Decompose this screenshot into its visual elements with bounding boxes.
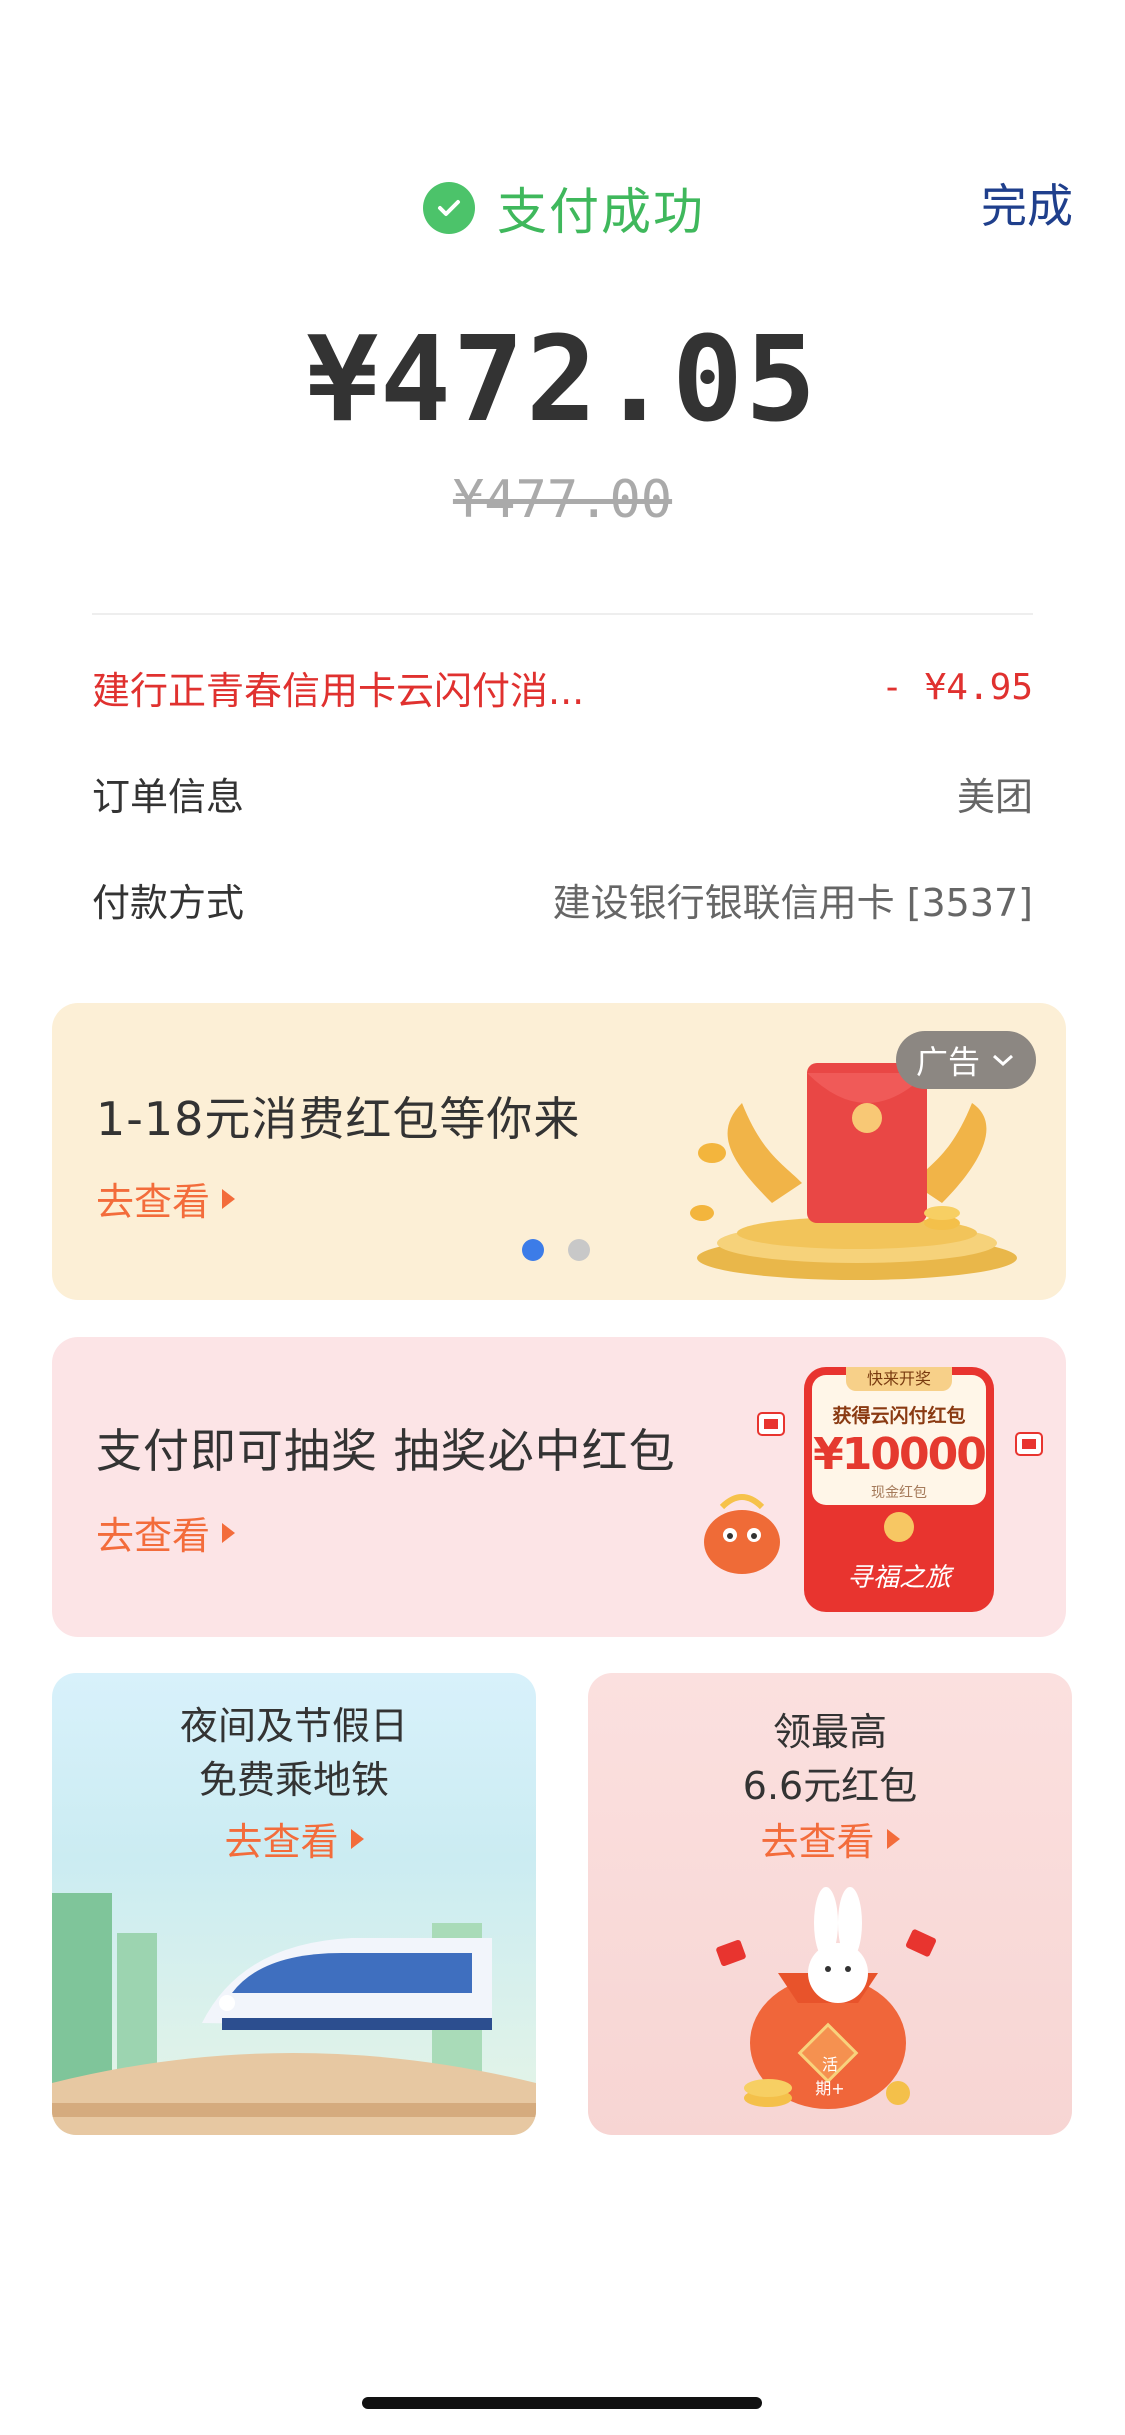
tile-line2: 免费乘地铁	[198, 1758, 389, 1802]
view-link-text: 去查看	[96, 1514, 211, 1558]
chevron-down-icon	[993, 1054, 1013, 1067]
promo-sub: 现金红包	[871, 1485, 927, 1501]
payment-method-value: 建设银行银联信用卡 [3537]	[552, 881, 1033, 925]
mascot-icon	[704, 1494, 780, 1574]
red-packet-tile[interactable]: 领最高 6.6元红包 去查看 活期+	[588, 1673, 1072, 2135]
paid-amount: ¥472.05	[306, 310, 819, 448]
promo-title: 获得云闪付红包	[832, 1405, 966, 1427]
red-packet-card: 快来开奖 获得云闪付红包 ¥10000 现金红包 寻福之旅	[804, 1367, 994, 1612]
banner-view-link[interactable]: 去查看	[96, 1505, 236, 1560]
tile-line1: 夜间及节假日	[179, 1704, 408, 1748]
discount-label: 建行正青春信用卡云闪付消...	[92, 669, 585, 713]
carousel-dot-active[interactable]	[522, 1239, 544, 1261]
banner-view-link[interactable]: 去查看	[96, 1171, 236, 1226]
promo-tag: 快来开奖	[846, 1367, 952, 1391]
banner-title: 1-18元消费红包等你来	[96, 1092, 581, 1146]
payment-status: 支付成功	[423, 172, 705, 244]
metro-train-illustration	[52, 1893, 536, 2135]
divider	[92, 613, 1033, 615]
ad-label: 广告	[915, 1043, 980, 1081]
arrow-right-icon	[222, 1522, 236, 1543]
banner-title: 支付即可抽奖 抽奖必中红包	[96, 1424, 676, 1478]
view-link-text: 去查看	[760, 1820, 875, 1864]
check-circle-icon	[423, 182, 475, 234]
ad-banner-red-packet[interactable]: 1-18元消费红包等你来 去查看 广告	[52, 1003, 1066, 1300]
view-link-text: 去查看	[96, 1180, 211, 1224]
order-info-label: 订单信息	[92, 775, 245, 819]
original-amount: ¥477.00	[452, 470, 673, 530]
discount-value: - ¥4.95	[881, 667, 1033, 708]
home-indicator[interactable]	[362, 2397, 762, 2409]
small-red-envelope-icon	[1015, 1432, 1043, 1456]
promo-amount: ¥10000	[813, 1429, 987, 1480]
coin-icon	[884, 1512, 914, 1542]
payment-method-label: 付款方式	[92, 881, 245, 925]
bag-label: 活期+	[815, 2055, 845, 2098]
discount-row[interactable]: 建行正青春信用卡云闪付消... - ¥4.95	[92, 660, 1033, 715]
result-header: 支付成功 完成	[0, 160, 1125, 241]
lottery-banner[interactable]: 支付即可抽奖 抽奖必中红包 去查看 快来开奖 获得云闪付红包 ¥10000 现金…	[52, 1337, 1066, 1637]
done-button[interactable]: 完成	[981, 170, 1073, 236]
carousel-indicator	[522, 1239, 614, 1261]
tile-line2: 6.6元红包	[742, 1764, 918, 1808]
small-red-envelope-icon	[757, 1412, 785, 1436]
order-info-row[interactable]: 订单信息 美团	[92, 766, 1033, 821]
order-info-value: 美团	[956, 775, 1033, 819]
arrow-right-icon	[350, 1828, 364, 1849]
tile-view-link[interactable]: 去查看	[588, 1811, 1072, 1866]
metro-tile[interactable]: 夜间及节假日 免费乘地铁 去查看	[52, 1673, 536, 2135]
payment-method-row: 付款方式 建设银行银联信用卡 [3537]	[92, 872, 1033, 927]
carousel-dot[interactable]	[568, 1239, 590, 1261]
ad-badge[interactable]: 广告	[895, 1031, 1036, 1089]
tile-line1: 领最高	[772, 1710, 887, 1754]
arrow-right-icon	[886, 1828, 900, 1849]
arrow-right-icon	[222, 1188, 236, 1209]
promo-brand: 寻福之旅	[846, 1563, 951, 1593]
status-text: 支付成功	[497, 183, 705, 241]
